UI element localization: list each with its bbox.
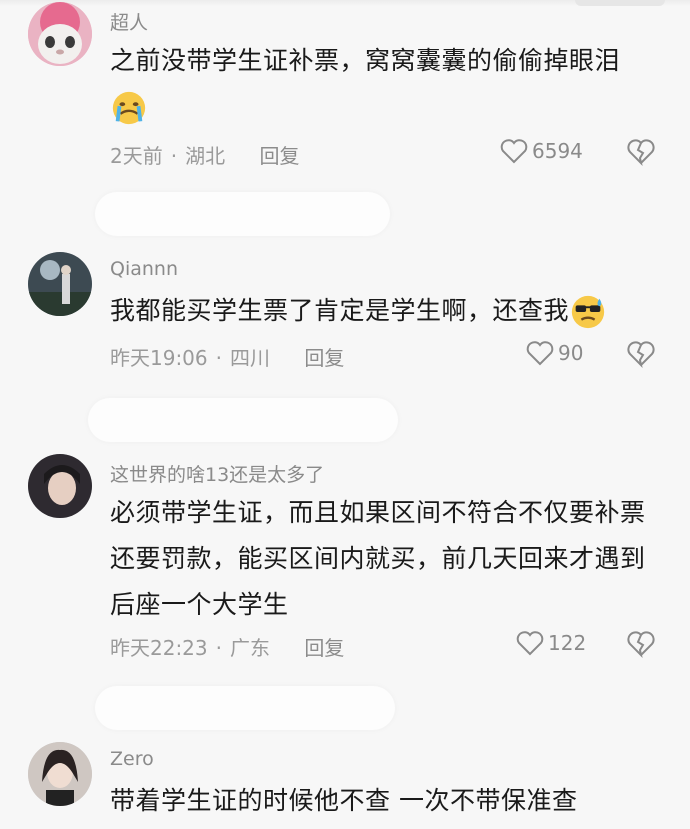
avatar[interactable] (28, 2, 92, 66)
like-button[interactable]: 6594 (500, 138, 583, 164)
reply-button[interactable]: 回复 (304, 346, 344, 370)
comment-text-content: 我都能买学生票了肯定是学生啊，还查我 (110, 296, 570, 325)
heart-icon (516, 631, 544, 656)
comment-item: Zero 带着学生证的时候他不查 一次不带保准查 (0, 740, 690, 829)
avatar[interactable] (28, 742, 92, 806)
comment-meta: 昨天19:06 · 四川 回复 (110, 346, 345, 370)
username[interactable]: Qiannn (110, 258, 178, 280)
heart-icon (500, 139, 528, 164)
cat-avatar-icon (28, 2, 92, 66)
portrait-avatar-icon (28, 454, 92, 518)
like-count: 6594 (532, 139, 583, 163)
timestamp: 2天前 (110, 144, 163, 168)
crying-face-icon (112, 91, 146, 125)
comment-text-content: 之前没带学生证补票，窝窝囊囊的偷偷掉眼泪 (110, 46, 621, 75)
comment-item: 这世界的啥13还是太多了 必须带学生证，而且如果区间不符合不仅要补票还要罚款，能… (0, 452, 690, 672)
like-button[interactable]: 90 (526, 340, 583, 366)
timestamp: 昨天19:06 (110, 346, 208, 370)
avatar[interactable] (28, 252, 92, 316)
reply-button[interactable]: 回复 (259, 144, 299, 168)
location: 四川 (230, 346, 270, 370)
username[interactable]: 超人 (110, 8, 148, 35)
timestamp: 昨天22:23 (110, 636, 208, 660)
broken-heart-icon[interactable] (626, 340, 656, 368)
comment-meta: 2天前 · 湖北 回复 (110, 144, 300, 168)
comment-meta: 昨天22:23 · 广东 回复 (110, 636, 345, 660)
like-count: 90 (558, 341, 584, 365)
sunglasses-sweat-face-icon (571, 295, 605, 329)
comment-text: 必须带学生证，而且如果区间不符合不仅要补票还要罚款，能买区间内就买，前几天回来才… (110, 498, 646, 619)
comment-item: Qiannn 我都能买学生票了肯定是学生啊，还查我 昨天19:06 · 四川 回复 … (0, 250, 690, 400)
portrait-avatar-icon (28, 742, 92, 806)
location: 湖北 (185, 144, 226, 168)
like-count: 122 (548, 631, 587, 655)
reply-button[interactable]: 回复 (304, 636, 344, 660)
location: 广东 (230, 636, 270, 660)
comment-text: 带着学生证的时候他不查 一次不带保准查 (110, 786, 578, 815)
comment-text: 我都能买学生票了肯定是学生啊，还查我 (110, 288, 670, 334)
comment-text: 之前没带学生证补票，窝窝囊囊的偷偷掉眼泪 (110, 38, 670, 130)
broken-heart-icon[interactable] (626, 138, 656, 166)
reply-placeholder[interactable] (95, 192, 390, 236)
night-scene-avatar-icon (28, 252, 92, 316)
broken-heart-icon[interactable] (626, 630, 656, 658)
reply-placeholder[interactable] (95, 686, 395, 730)
avatar[interactable] (28, 454, 92, 518)
like-button[interactable]: 122 (516, 630, 586, 656)
reply-placeholder[interactable] (88, 398, 398, 442)
username[interactable]: Zero (110, 748, 154, 770)
username[interactable]: 这世界的啥13还是太多了 (110, 460, 324, 487)
heart-icon (526, 341, 554, 366)
